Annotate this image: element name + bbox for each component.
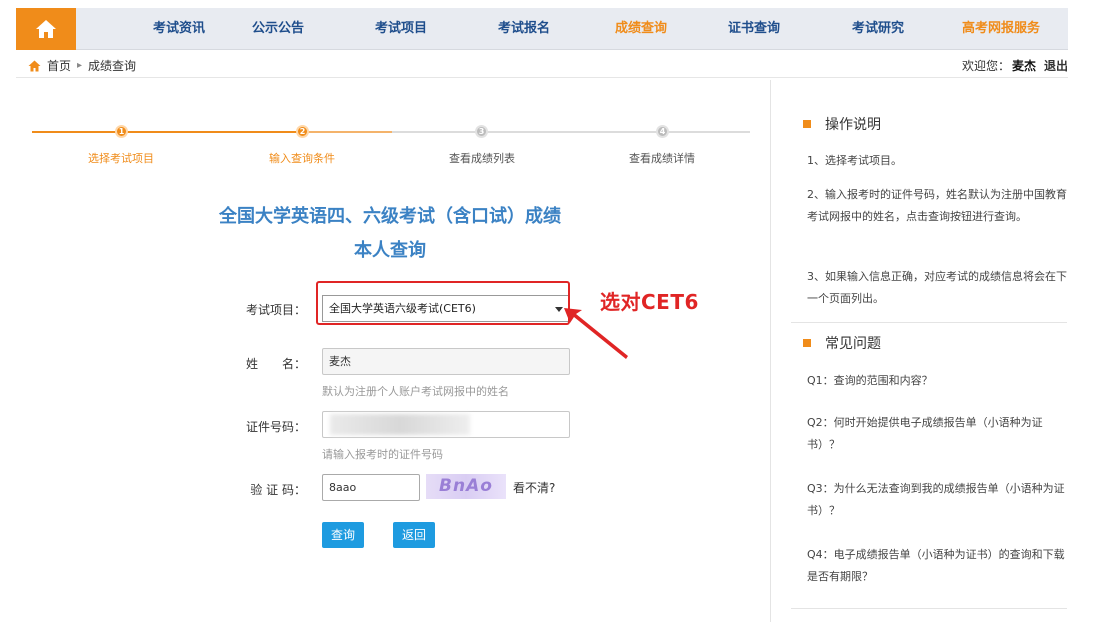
step-2-label: 输入查询条件 — [269, 152, 335, 165]
query-button[interactable]: 查询 — [322, 522, 364, 548]
breadcrumb: 首页 ▸ 成绩查询 — [28, 57, 136, 74]
faq-heading: 常见问题 — [803, 333, 881, 353]
logout-link[interactable]: 退出 — [1044, 59, 1068, 73]
sidebar-divider — [791, 322, 1067, 323]
highlight-box — [316, 281, 570, 325]
id-number-hint: 请输入报考时的证件号码 — [322, 448, 443, 461]
page-title-line1: 全国大学英语四、六级考试（含口试）成绩 — [219, 206, 561, 227]
breadcrumb-current: 成绩查询 — [88, 59, 137, 73]
name-field[interactable]: 麦杰 — [322, 348, 570, 375]
sidebar-divider — [791, 608, 1067, 609]
nav-item-registration[interactable]: 考试报名 — [474, 8, 574, 50]
faq-title: 常见问题 — [825, 336, 881, 352]
steps-progress-inactive — [392, 131, 750, 133]
captcha-image[interactable]: BnAo — [426, 474, 506, 499]
instruction-item: 3、如果输入信息正确，对应考试的成绩信息将会在下一个页面列出。 — [807, 270, 1067, 305]
step-4-dot: 4 — [656, 125, 669, 138]
bullet-square-icon — [803, 339, 811, 347]
nav-item-exam-research[interactable]: 考试研究 — [828, 8, 928, 50]
help-sidebar: 操作说明 1、选择考试项目。 2、输入报考时的证件号码，姓名默认为注册中国教育考… — [770, 80, 1070, 622]
steps-progress-active — [32, 131, 300, 133]
home-icon — [36, 20, 56, 38]
name-hint: 默认为注册个人账户考试网报中的姓名 — [322, 385, 509, 398]
faq-item[interactable]: Q4：电子成绩报告单（小语种为证书）的查询和下载是否有期限？ — [807, 544, 1069, 588]
step-2-dot: 2 — [296, 125, 309, 138]
page-title-line2: 本人查询 — [354, 240, 426, 261]
step-1-label: 选择考试项目 — [88, 152, 154, 165]
nav-item-score-query[interactable]: 成绩查询 — [591, 8, 691, 50]
page: 考试资讯 公示公告 考试项目 考试报名 成绩查询 证书查询 考试研究 高考网报服… — [0, 0, 1108, 622]
home-button[interactable] — [16, 8, 76, 50]
step-3-label: 查看成绩列表 — [449, 152, 515, 165]
instructions-heading: 操作说明 — [803, 114, 881, 134]
id-number-label: 证件号码： — [245, 420, 306, 434]
captcha-refresh-link[interactable]: 看不清? — [513, 479, 555, 496]
name-label: 姓 名： — [245, 357, 306, 371]
annotation-arrow-icon — [564, 308, 628, 359]
faq-item[interactable]: Q2：何时开始提供电子成绩报告单（小语种为证书）？ — [807, 412, 1069, 456]
captcha-field[interactable]: 8aao — [322, 474, 420, 501]
back-button[interactable]: 返回 — [393, 522, 435, 548]
instructions-title: 操作说明 — [825, 117, 881, 133]
exam-project-label: 考试项目： — [245, 303, 306, 317]
faq-item[interactable]: Q3：为什么无法查询到我的成绩报告单（小语种为证书）？ — [807, 478, 1069, 522]
faq-item[interactable]: Q1：查询的范围和内容？ — [807, 370, 1069, 392]
page-title: 全国大学英语四、六级考试（含口试）成绩 本人查询 — [190, 200, 590, 268]
captcha-label: 验 证 码： — [250, 483, 306, 497]
step-1-dot: 1 — [115, 125, 128, 138]
nav-item-exam-projects[interactable]: 考试项目 — [351, 8, 451, 50]
top-nav: 考试资讯 公示公告 考试项目 考试报名 成绩查询 证书查询 考试研究 高考网报服… — [16, 8, 1068, 50]
breadcrumb-home-link[interactable]: 首页 — [47, 57, 71, 74]
home-small-icon — [28, 60, 41, 71]
welcome-prefix: 欢迎您： — [961, 59, 1010, 73]
step-3-dot: 3 — [475, 125, 488, 138]
steps-progress-partial — [300, 131, 392, 133]
nav-item-gaokao-service[interactable]: 高考网报服务 — [941, 8, 1061, 50]
bullet-square-icon — [803, 120, 811, 128]
nav-item-exam-news[interactable]: 考试资讯 — [129, 8, 229, 50]
user-name: 麦杰 — [1011, 59, 1036, 73]
nav-item-certificate-query[interactable]: 证书查询 — [704, 8, 804, 50]
breadcrumb-separator-icon: ▸ — [77, 60, 83, 71]
breadcrumb-bar: 首页 ▸ 成绩查询 欢迎您： 麦杰 退出 — [16, 52, 1068, 78]
welcome-area: 欢迎您： 麦杰 退出 — [962, 57, 1068, 74]
nav-item-announcements[interactable]: 公示公告 — [228, 8, 328, 50]
instruction-item: 2、输入报考时的证件号码，姓名默认为注册中国教育考试网报中的姓名，点击查询按钮进… — [807, 188, 1067, 223]
id-number-blur — [330, 414, 470, 435]
instruction-item: 1、选择考试项目。 — [807, 154, 902, 167]
step-4-label: 查看成绩详情 — [629, 152, 695, 165]
